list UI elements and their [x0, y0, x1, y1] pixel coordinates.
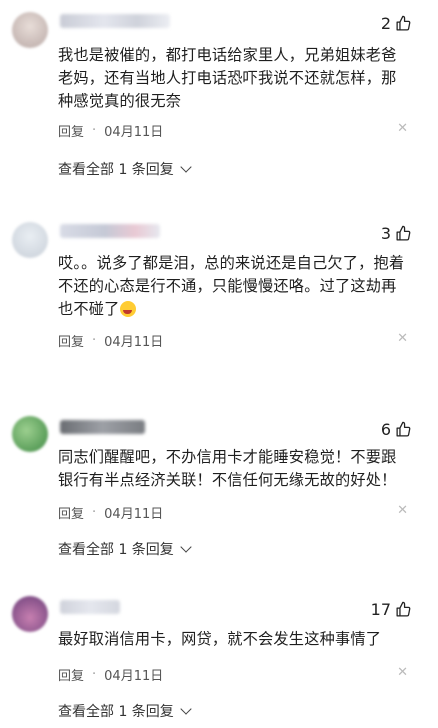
separator-dot: ·	[92, 667, 97, 682]
view-all-replies[interactable]: 查看全部 1 条回复	[58, 539, 192, 559]
comment-meta: 回复 · 04月11日	[58, 665, 163, 684]
comment-text-body: 哎。。说多了都是泪，总的来说还是自己欠了，抱着不还的心态是行不通，只能慢慢还咯。…	[58, 254, 405, 318]
comment-text: 我也是被催的，都打电话给家里人，兄弟姐妹老爸老妈，还有当地人打电话恐吓我说不还就…	[58, 46, 397, 110]
reply-button[interactable]: 回复	[58, 665, 84, 684]
thumbs-up-icon	[396, 15, 411, 31]
comment-text: 最好取消信用卡，网贷，就不会发生这种事情了	[58, 630, 382, 648]
chevron-down-icon	[180, 161, 192, 173]
separator-dot: ·	[92, 505, 97, 520]
avatar[interactable]	[12, 12, 48, 48]
comment-item: 17 最好取消信用卡，网贷，就不会发生这种事情了 回复 · 04月11日 ✕ 查…	[0, 590, 438, 728]
comment-text: 同志们醒醒吧，不办信用卡才能睡安稳觉！不要跟银行有半点经济关联！不信任何无缘无故…	[58, 448, 397, 489]
thumbs-up-icon	[396, 601, 411, 617]
like-button[interactable]: 2	[381, 14, 412, 33]
reply-button[interactable]: 回复	[58, 331, 84, 350]
close-icon[interactable]: ✕	[397, 503, 408, 518]
like-count: 6	[380, 420, 391, 439]
chevron-down-icon	[180, 541, 192, 553]
username-blurred[interactable]	[60, 14, 170, 28]
username-blurred[interactable]	[60, 420, 145, 434]
comment-date: 04月11日	[104, 507, 164, 522]
like-count: 17	[370, 600, 391, 619]
avatar[interactable]	[12, 222, 48, 258]
thumbs-up-icon	[396, 225, 411, 241]
separator-dot: ·	[92, 333, 97, 348]
comment-item: 3 哎。。说多了都是泪，总的来说还是自己欠了，抱着不还的心态是行不通，只能慢慢还…	[0, 210, 438, 380]
comment-meta: 回复 · 04月11日	[58, 121, 163, 140]
reply-button[interactable]: 回复	[58, 503, 84, 522]
reply-button[interactable]: 回复	[58, 121, 84, 140]
crying-laughing-emoji-icon	[119, 301, 136, 317]
thumbs-up-icon	[396, 421, 411, 437]
comment-item: 6 同志们醒醒吧，不办信用卡才能睡安稳觉！不要跟银行有半点经济关联！不信任何无缘…	[0, 406, 438, 576]
close-icon[interactable]: ✕	[397, 121, 408, 136]
comment-meta: 回复 · 04月11日	[58, 331, 163, 350]
comment-meta: 回复 · 04月11日	[58, 503, 163, 522]
comment-date: 04月11日	[104, 335, 164, 350]
username-blurred[interactable]	[60, 600, 120, 614]
like-count: 3	[380, 224, 391, 243]
like-button[interactable]: 17	[371, 600, 412, 619]
like-count: 2	[380, 14, 391, 33]
view-all-replies-label: 查看全部 1 条回复	[58, 542, 174, 558]
view-all-replies[interactable]: 查看全部 1 条回复	[58, 159, 192, 179]
username-blurred[interactable]	[60, 224, 160, 238]
avatar[interactable]	[12, 596, 48, 632]
close-icon[interactable]: ✕	[397, 331, 408, 346]
view-all-replies-label: 查看全部 1 条回复	[58, 704, 174, 720]
close-icon[interactable]: ✕	[397, 665, 408, 680]
comment-text: 哎。。说多了都是泪，总的来说还是自己欠了，抱着不还的心态是行不通，只能慢慢还咯。…	[58, 252, 408, 321]
like-button[interactable]: 3	[381, 224, 412, 243]
separator-dot: ·	[92, 123, 97, 138]
like-button[interactable]: 6	[381, 420, 412, 439]
avatar[interactable]	[12, 416, 48, 452]
comment-date: 04月11日	[104, 125, 164, 140]
view-all-replies[interactable]: 查看全部 1 条回复	[58, 701, 192, 721]
comment-item: 2 我也是被催的，都打电话给家里人，兄弟姐妹老爸老妈，还有当地人打电话恐吓我说不…	[0, 0, 438, 190]
chevron-down-icon	[180, 703, 192, 715]
view-all-replies-label: 查看全部 1 条回复	[58, 162, 174, 178]
comment-date: 04月11日	[104, 669, 164, 684]
